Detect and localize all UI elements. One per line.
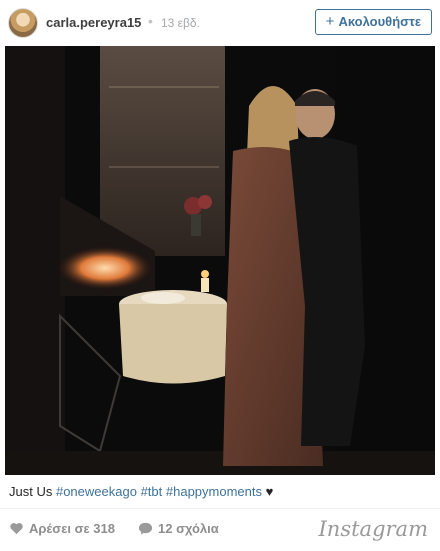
comments-label: 12 σχόλια (158, 521, 219, 536)
comment-icon (138, 522, 153, 535)
post-time[interactable]: 13 εβδ. (161, 16, 200, 30)
separator-dot: • (148, 13, 153, 29)
post-header: carla.pereyra15 • 13 εβδ. + Ακολουθήστε (0, 0, 440, 46)
comments-count[interactable]: 12 σχόλια (138, 521, 219, 536)
photo-scene (5, 46, 435, 475)
caption-text: Just Us (9, 484, 53, 499)
likes-count[interactable]: Αρέσει σε 318 (9, 521, 115, 536)
hashtag-happymoments[interactable]: #happymoments (166, 484, 262, 499)
post-photo[interactable] (5, 46, 435, 475)
hashtag-tbt[interactable]: #tbt (141, 484, 163, 499)
username-link[interactable]: carla.pereyra15 (46, 15, 141, 30)
plus-icon: + (325, 13, 335, 30)
post-caption: Just Us #oneweekago #tbt #happymoments ♥ (9, 484, 273, 499)
heart-emoji: ♥ (265, 484, 274, 499)
hashtag-oneweekago[interactable]: #oneweekago (56, 484, 137, 499)
instagram-logo[interactable]: Instagram (319, 517, 428, 541)
follow-button[interactable]: + Ακολουθήστε (314, 9, 432, 35)
heart-icon (10, 523, 23, 535)
post-footer: Αρέσει σε 318 12 σχόλια Instagram (0, 508, 440, 551)
follow-button-label: Ακολουθήστε (338, 14, 421, 29)
user-avatar[interactable] (8, 8, 38, 38)
likes-label: Αρέσει σε 318 (29, 521, 115, 536)
